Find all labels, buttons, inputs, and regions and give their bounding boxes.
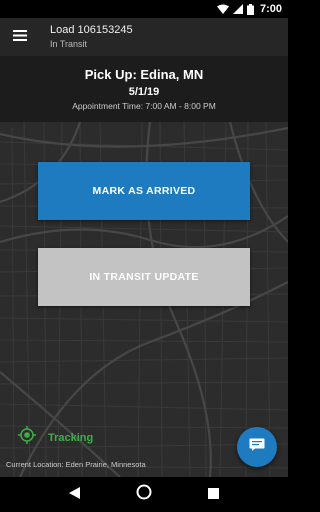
home-button[interactable] xyxy=(132,483,156,507)
battery-icon xyxy=(246,3,254,15)
map-view[interactable]: MARK AS ARRIVED IN TRANSIT UPDATE Tracki… xyxy=(0,122,288,477)
load-status: In Transit xyxy=(50,39,88,49)
back-button[interactable] xyxy=(63,483,87,507)
in-transit-update-button[interactable]: IN TRANSIT UPDATE xyxy=(38,248,250,306)
message-icon xyxy=(249,438,265,456)
menu-button[interactable] xyxy=(8,25,32,49)
message-fab-button[interactable] xyxy=(237,427,277,467)
tracking-label: Tracking xyxy=(48,431,94,444)
back-triangle-icon xyxy=(69,486,81,504)
recents-button[interactable] xyxy=(201,483,225,507)
home-circle-icon xyxy=(136,484,152,505)
recents-square-icon xyxy=(207,486,219,504)
pickup-title: Pick Up: Edina, MN xyxy=(84,67,204,82)
appointment-time: Appointment Time: 7:00 AM - 8:00 PM xyxy=(72,101,216,111)
current-location: Current Location: Eden Prairie, Minnesot… xyxy=(6,460,146,469)
cell-signal-icon xyxy=(232,4,243,14)
status-bar: 7:00 xyxy=(0,0,288,18)
pickup-info-panel: Pick Up: Edina, MN 5/1/19 Appointment Ti… xyxy=(0,56,288,122)
mark-as-arrived-button[interactable]: MARK AS ARRIVED xyxy=(38,162,250,220)
tracking-indicator: Tracking xyxy=(18,426,93,449)
wifi-icon xyxy=(216,4,229,14)
system-nav-bar xyxy=(0,477,288,512)
gps-tracking-icon xyxy=(18,426,36,449)
status-time: 7:00 xyxy=(259,3,282,15)
hamburger-menu-icon xyxy=(13,28,27,46)
load-title: Load 106153245 xyxy=(50,24,133,36)
pickup-date: 5/1/19 xyxy=(128,86,160,98)
app-bar: Load 106153245 In Transit xyxy=(0,18,288,56)
